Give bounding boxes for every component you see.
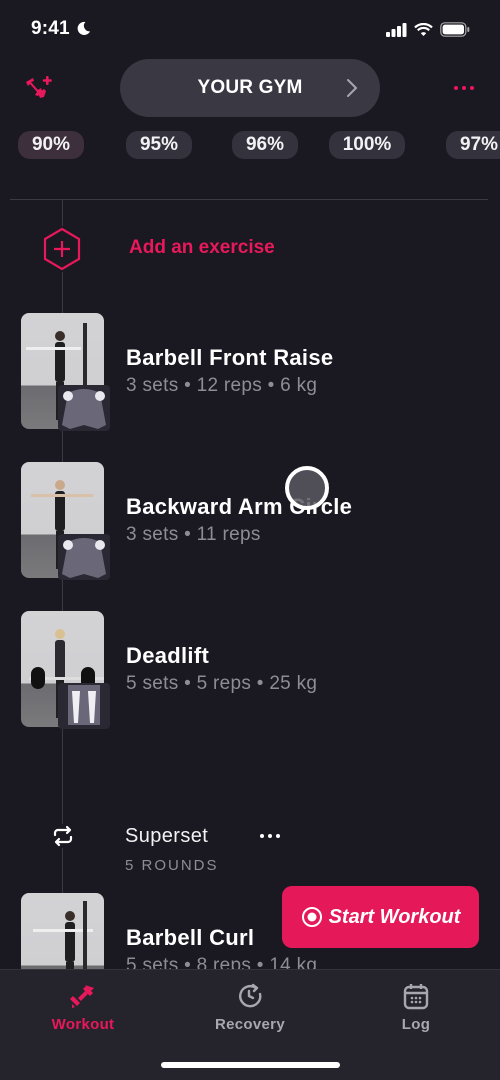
header: YOUR GYM — [0, 58, 500, 118]
plate — [31, 667, 45, 689]
superset-rounds: 5 ROUNDS — [125, 857, 219, 874]
dumbbell-icon — [70, 985, 94, 1008]
tab-label: Log — [401, 1016, 431, 1033]
arms — [31, 494, 93, 497]
signal-icon — [386, 22, 407, 37]
record-icon — [301, 907, 322, 927]
status-bar: 9:41 — [0, 0, 500, 60]
more-options-button[interactable] — [454, 86, 474, 90]
exercise-meta: 3 sets • 11 reps — [126, 524, 261, 545]
status-indicators — [386, 22, 470, 37]
tab-log[interactable]: Log — [333, 970, 499, 1050]
touch-indicator — [285, 466, 329, 510]
recovery-percent-strip[interactable]: 90% 95% 96% 100% 97% — [0, 128, 500, 162]
exercise-name: Barbell Front Raise — [126, 345, 334, 370]
superset-label: Superset — [125, 825, 209, 847]
muscle-map-icon — [58, 534, 110, 580]
dot — [454, 86, 458, 90]
superset-more-button[interactable] — [260, 834, 280, 838]
dot — [462, 86, 466, 90]
hexagon-plus-icon — [40, 226, 84, 272]
percent-chip[interactable]: 90% — [18, 131, 84, 159]
exercise-name: Deadlift — [126, 643, 210, 668]
start-workout-button[interactable]: Start Workout — [282, 886, 479, 948]
tab-label: Workout — [51, 1016, 115, 1033]
equipment-button[interactable] — [24, 74, 54, 107]
repeat-icon — [51, 824, 75, 848]
percent-chip[interactable]: 100% — [329, 131, 405, 159]
recovery-clock-icon — [239, 983, 262, 1008]
status-time: 9:41 — [31, 18, 70, 39]
tab-recovery[interactable]: Recovery — [167, 970, 333, 1050]
dot — [276, 834, 280, 838]
tab-workout[interactable]: Workout — [0, 970, 166, 1050]
home-indicator[interactable] — [161, 1062, 340, 1068]
muscle-map-icon — [58, 683, 110, 729]
tab-label: Recovery — [215, 1016, 285, 1033]
chevron-right-icon — [347, 79, 358, 97]
add-exercise-button[interactable] — [40, 226, 84, 272]
wifi-icon — [414, 22, 433, 36]
barbell — [26, 347, 81, 350]
dot — [268, 834, 272, 838]
exercise-meta: 3 sets • 12 reps • 6 kg — [126, 375, 318, 396]
moon-icon — [77, 21, 91, 35]
exercise-item[interactable]: Deadlift 5 sets • 5 reps • 25 kg — [21, 611, 481, 729]
muscle-map-icon — [58, 385, 110, 431]
add-exercise-label[interactable]: Add an exercise — [129, 237, 275, 259]
battery-icon — [440, 22, 470, 37]
exercise-item[interactable]: Barbell Front Raise 3 sets • 12 reps • 6… — [21, 313, 481, 431]
percent-chip[interactable]: 97% — [446, 131, 500, 159]
exercise-name: Barbell Curl — [126, 925, 255, 950]
divider — [10, 199, 488, 200]
gym-label: YOUR GYM — [197, 77, 303, 98]
dot — [260, 834, 264, 838]
add-equipment-icon — [26, 76, 52, 98]
exercise-item[interactable]: Backward Arm Circle 3 sets • 11 reps — [21, 462, 481, 580]
start-workout-label: Start Workout — [328, 905, 461, 928]
percent-chip[interactable]: 95% — [126, 131, 192, 159]
exercise-meta: 5 sets • 5 reps • 25 kg — [126, 673, 318, 694]
percent-chip[interactable]: 96% — [232, 131, 298, 159]
gym-selector[interactable]: YOUR GYM — [120, 59, 380, 117]
dot — [470, 86, 474, 90]
calendar-icon — [403, 984, 429, 1010]
